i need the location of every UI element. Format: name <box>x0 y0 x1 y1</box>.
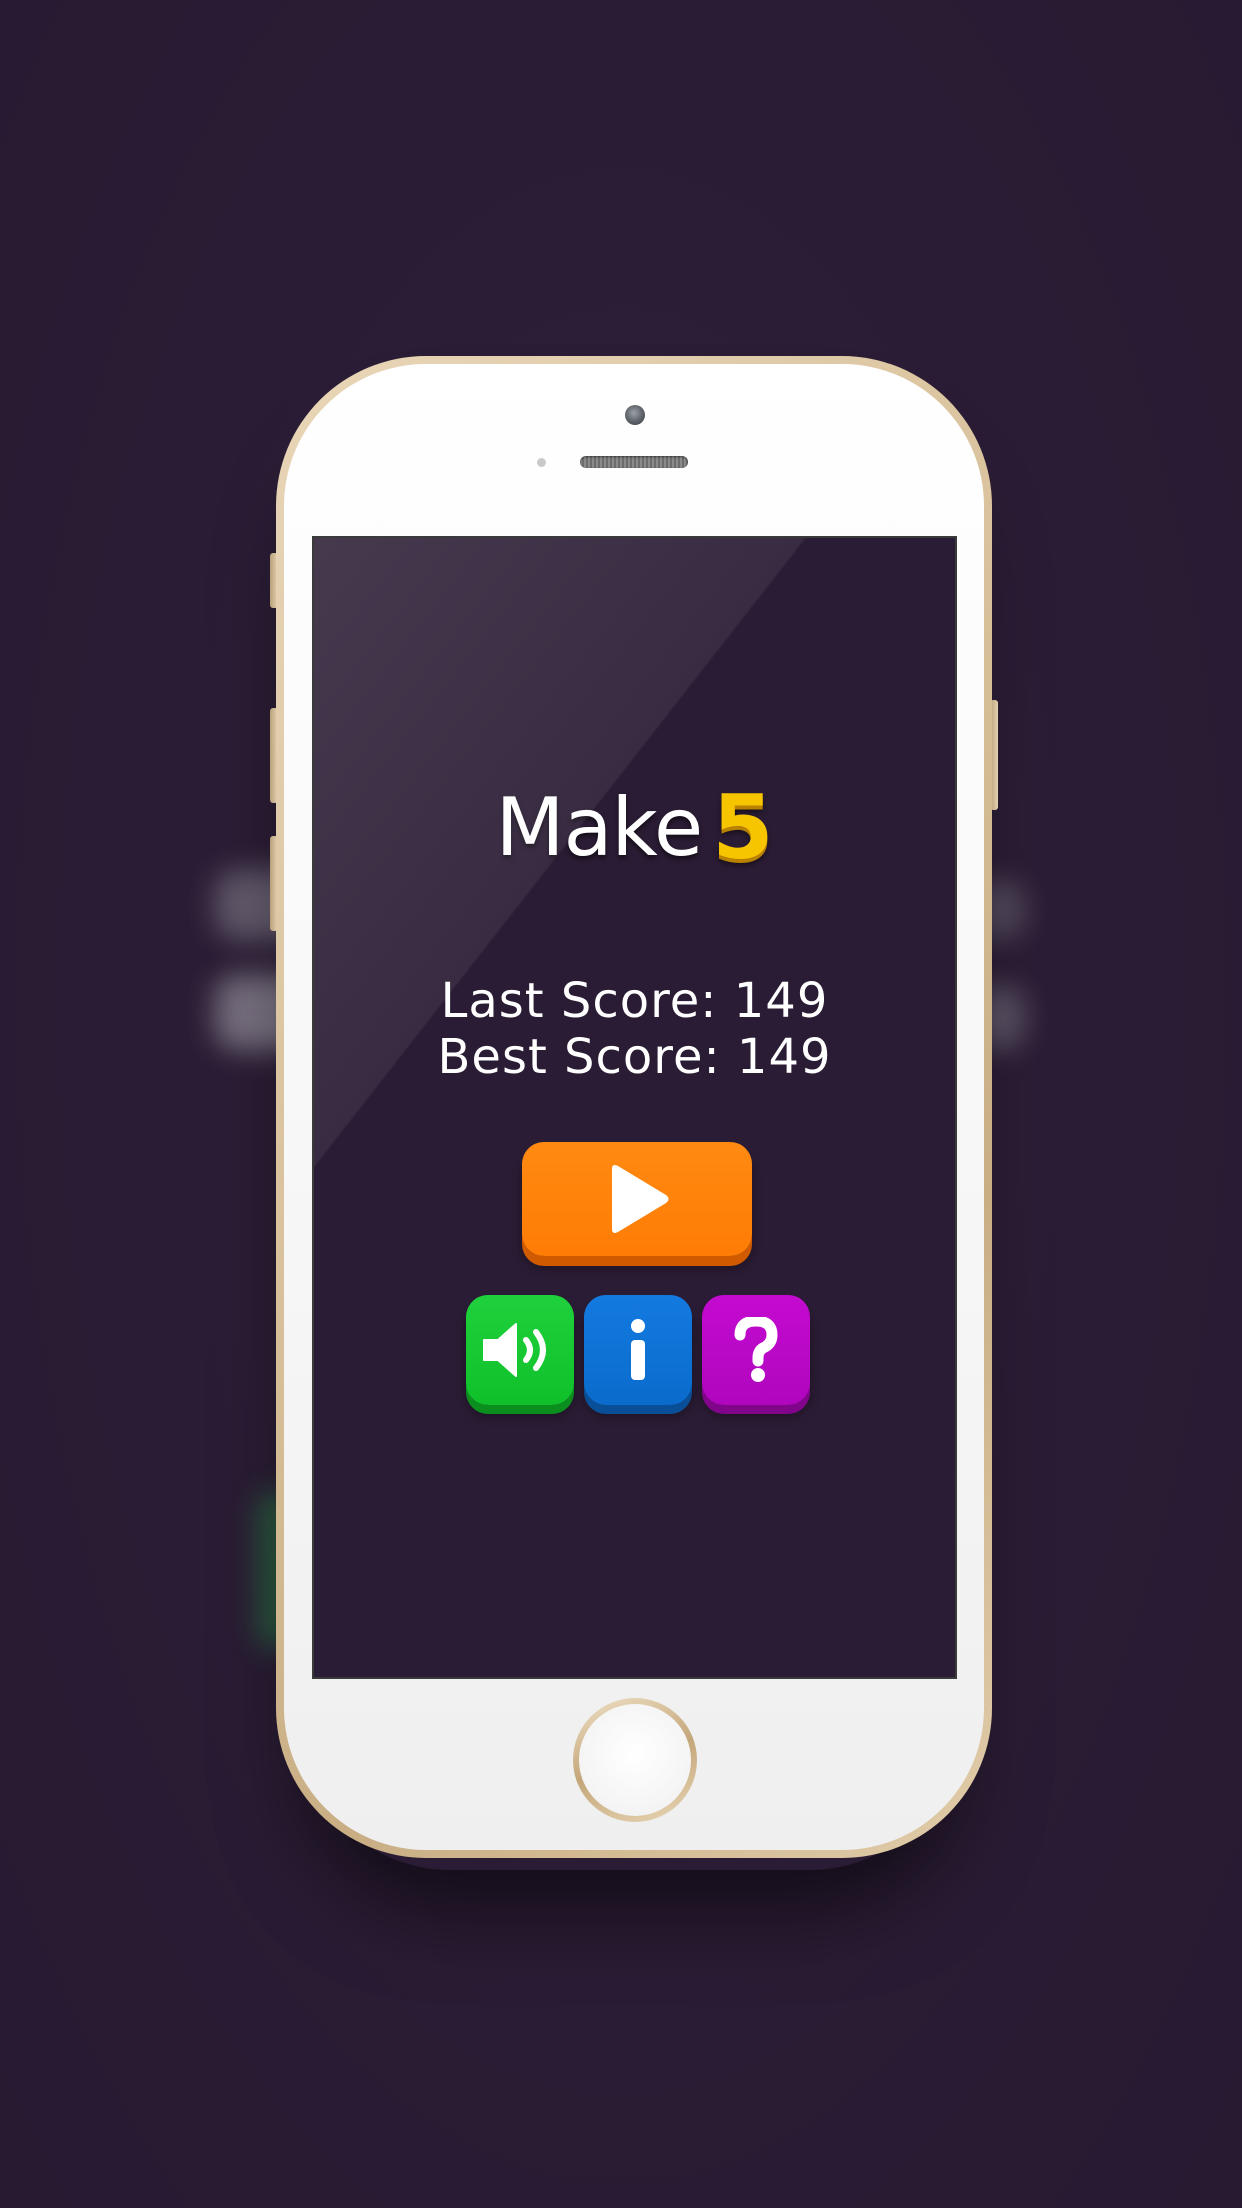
home-button[interactable] <box>579 1704 691 1816</box>
app-stage: Make 5 Last Score: 149 Best Score: 149 <box>0 0 1242 2208</box>
proximity-sensor <box>537 458 546 467</box>
earpiece-speaker <box>580 456 688 468</box>
play-icon <box>612 1165 669 1233</box>
play-button[interactable] <box>522 1142 752 1256</box>
question-icon <box>734 1317 778 1382</box>
sound-toggle-button[interactable] <box>466 1295 574 1405</box>
logo-number: 5 <box>712 776 774 879</box>
speaker-icon <box>483 1323 546 1377</box>
best-score: Best Score: 149 <box>437 1029 832 1085</box>
info-button[interactable] <box>584 1295 692 1405</box>
logo-word: Make <box>495 781 704 874</box>
last-score: Last Score: 149 <box>440 973 829 1029</box>
game-screen: Make 5 Last Score: 149 Best Score: 149 <box>312 536 957 1679</box>
help-button[interactable] <box>702 1295 810 1405</box>
front-camera <box>625 405 645 425</box>
game-logo: Make 5 <box>314 776 955 879</box>
screen-glare <box>314 538 955 1677</box>
info-icon <box>631 1319 645 1380</box>
score-panel: Last Score: 149 Best Score: 149 <box>314 973 955 1085</box>
